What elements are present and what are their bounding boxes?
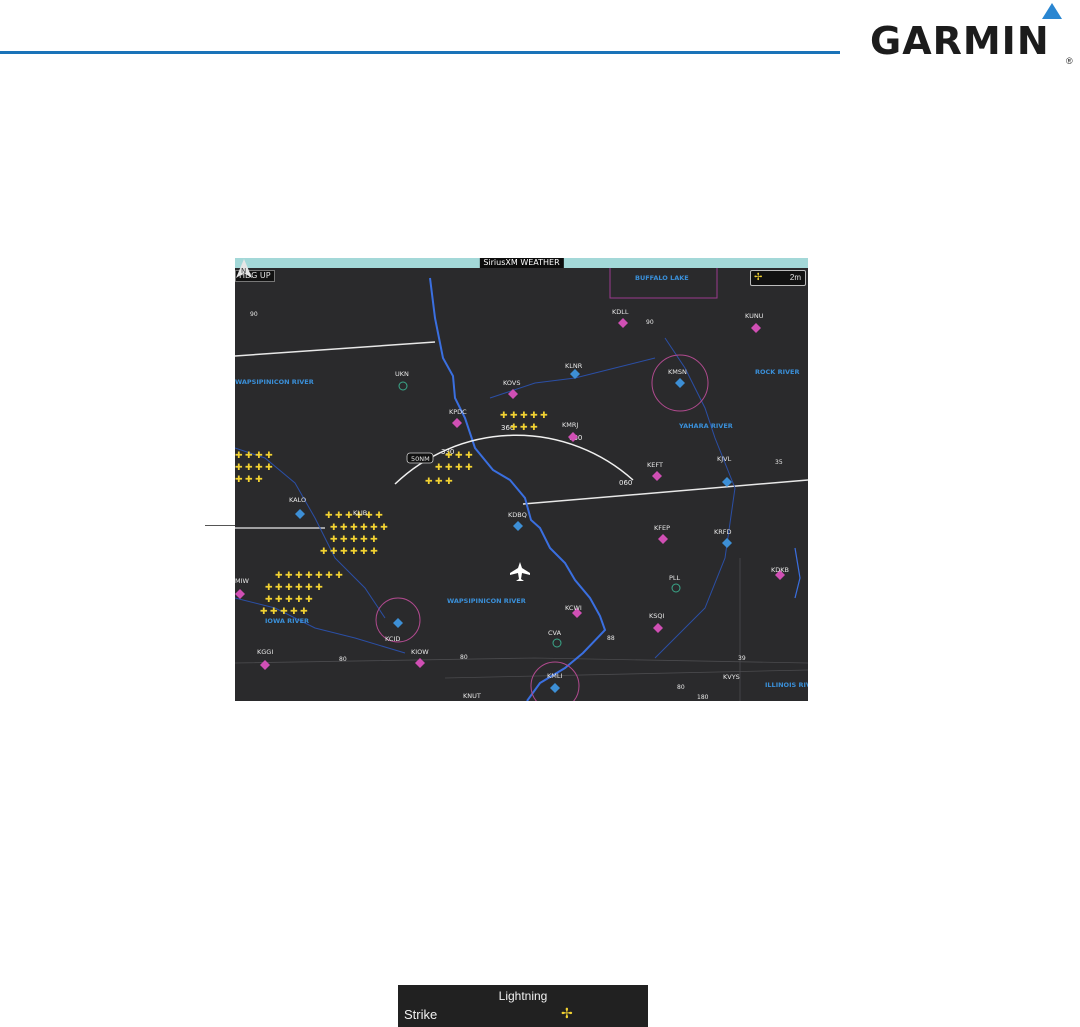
airport-markers: KALO KCID KIOW KGGI KDBQ KPDC KOVS KLNR …	[235, 308, 789, 700]
svg-text:35: 35	[775, 459, 783, 466]
svg-text:✚ ✚ ✚: ✚ ✚ ✚	[425, 476, 453, 486]
arc-heading-060: 060	[619, 479, 632, 487]
svg-text:✚ ✚ ✚: ✚ ✚ ✚	[510, 422, 538, 432]
logo-registered-mark: ®	[1066, 56, 1073, 66]
lightning-strike-icon: ✢	[561, 1005, 573, 1021]
logo-triangle-icon	[1042, 3, 1062, 19]
north-pointer-icon[interactable]: N	[235, 258, 253, 280]
svg-text:KLIB: KLIB	[353, 509, 367, 517]
svg-text:CVA: CVA	[548, 629, 562, 637]
svg-text:KNUT: KNUT	[463, 692, 481, 700]
svg-text:KDBQ: KDBQ	[508, 511, 527, 519]
svg-text:MIW: MIW	[235, 577, 250, 585]
svg-text:✚ ✚ ✚ ✚ ✚: ✚ ✚ ✚ ✚ ✚	[500, 410, 548, 420]
svg-text:KUNU: KUNU	[745, 312, 764, 320]
range-label: 50NM	[411, 455, 430, 463]
svg-text:✚ ✚ ✚ ✚ ✚: ✚ ✚ ✚ ✚ ✚	[265, 594, 313, 604]
svg-text:KIOW: KIOW	[411, 648, 429, 656]
svg-text:✚ ✚ ✚: ✚ ✚ ✚	[445, 450, 473, 460]
svg-text:KLNR: KLNR	[565, 362, 583, 370]
svg-text:KMLI: KMLI	[547, 672, 562, 680]
svg-text:KALO: KALO	[289, 496, 306, 504]
map-canvas: 330 360 030 060 50NM ✚ ✚ ✚ ✚ ✚ ✚ ✚ ✚ ✚ ✚…	[235, 258, 808, 701]
svg-text:✚ ✚ ✚ ✚: ✚ ✚ ✚ ✚	[235, 450, 273, 460]
weather-map[interactable]: 330 360 030 060 50NM ✚ ✚ ✚ ✚ ✚ ✚ ✚ ✚ ✚ ✚…	[235, 258, 808, 701]
svg-text:✚ ✚ ✚ ✚ ✚ ✚: ✚ ✚ ✚ ✚ ✚ ✚	[330, 522, 388, 532]
svg-text:KFEP: KFEP	[654, 524, 670, 532]
lightning-cells: ✚ ✚ ✚ ✚ ✚ ✚ ✚ ✚ ✚ ✚ ✚ ✚ ✚ ✚ ✚ ✚ ✚ ✚ ✚ ✚ …	[235, 410, 548, 616]
svg-text:WAPSIPINICON RIVER: WAPSIPINICON RIVER	[235, 378, 314, 386]
svg-text:KSQI: KSQI	[649, 612, 665, 620]
svg-text:PLL: PLL	[669, 574, 681, 582]
lightning-age-box: ✢ 2m	[750, 270, 806, 286]
svg-text:IOWA RIVER: IOWA RIVER	[265, 617, 309, 625]
svg-text:KPDC: KPDC	[449, 408, 467, 416]
svg-text:BUFFALO LAKE: BUFFALO LAKE	[635, 274, 689, 282]
svg-text:UKN: UKN	[395, 370, 409, 378]
svg-text:✚ ✚ ✚ ✚ ✚ ✚ ✚: ✚ ✚ ✚ ✚ ✚ ✚ ✚	[275, 570, 343, 580]
svg-text:✚ ✚ ✚ ✚ ✚: ✚ ✚ ✚ ✚ ✚	[260, 606, 308, 616]
svg-text:✚ ✚ ✚ ✚: ✚ ✚ ✚ ✚	[235, 462, 273, 472]
svg-text:ROCK RIVER: ROCK RIVER	[755, 368, 800, 376]
lightning-legend: Lightning Strike ✢	[398, 985, 648, 1027]
svg-text:KVYS: KVYS	[723, 673, 740, 681]
svg-text:39: 39	[738, 655, 746, 662]
lightning-strike-icon: ✢	[754, 272, 763, 283]
legend-title: Lightning	[498, 989, 548, 1003]
svg-text:KMRJ: KMRJ	[562, 421, 578, 429]
svg-text:KCID: KCID	[385, 635, 400, 643]
svg-text:ILLINOIS RIVE: ILLINOIS RIVE	[765, 681, 808, 689]
svg-text:88: 88	[607, 635, 615, 642]
svg-text:90: 90	[646, 319, 654, 326]
map-title: SiriusXM WEATHER	[479, 258, 564, 268]
svg-text:80: 80	[677, 684, 685, 691]
lightning-age-value: 2m	[789, 273, 801, 282]
svg-text:80: 80	[339, 656, 347, 663]
svg-text:KOVS: KOVS	[503, 379, 520, 387]
logo-text: GARMIN	[870, 19, 1050, 63]
svg-text:WAPSIPINICON RIVER: WAPSIPINICON RIVER	[447, 597, 526, 605]
svg-text:KDKB: KDKB	[771, 566, 789, 574]
svg-text:KEFT: KEFT	[647, 461, 663, 469]
ownship-aircraft-icon	[510, 562, 530, 581]
svg-text:KCWI: KCWI	[565, 604, 582, 612]
svg-text:KJVL: KJVL	[717, 455, 732, 463]
svg-text:✚ ✚ ✚: ✚ ✚ ✚	[235, 474, 263, 484]
svg-text:KDLL: KDLL	[612, 308, 629, 316]
svg-text:✚ ✚ ✚ ✚ ✚ ✚: ✚ ✚ ✚ ✚ ✚ ✚	[320, 546, 378, 556]
svg-text:KGGI: KGGI	[257, 648, 273, 656]
svg-text:N: N	[241, 267, 246, 275]
svg-text:✚ ✚ ✚ ✚ ✚ ✚: ✚ ✚ ✚ ✚ ✚ ✚	[265, 582, 323, 592]
svg-text:180: 180	[697, 694, 709, 701]
header-rule	[0, 51, 840, 54]
svg-text:✚ ✚ ✚ ✚ ✚: ✚ ✚ ✚ ✚ ✚	[330, 534, 378, 544]
svg-text:YAHARA RIVER: YAHARA RIVER	[678, 422, 733, 430]
svg-text:80: 80	[460, 654, 468, 661]
legend-strike-label: Strike	[404, 1007, 438, 1022]
svg-text:90: 90	[250, 311, 258, 318]
svg-text:KRFD: KRFD	[714, 528, 732, 536]
svg-text:KMSN: KMSN	[668, 368, 687, 376]
svg-text:✚ ✚ ✚ ✚: ✚ ✚ ✚ ✚	[435, 462, 473, 472]
map-title-bar: SiriusXM WEATHER	[235, 258, 808, 268]
